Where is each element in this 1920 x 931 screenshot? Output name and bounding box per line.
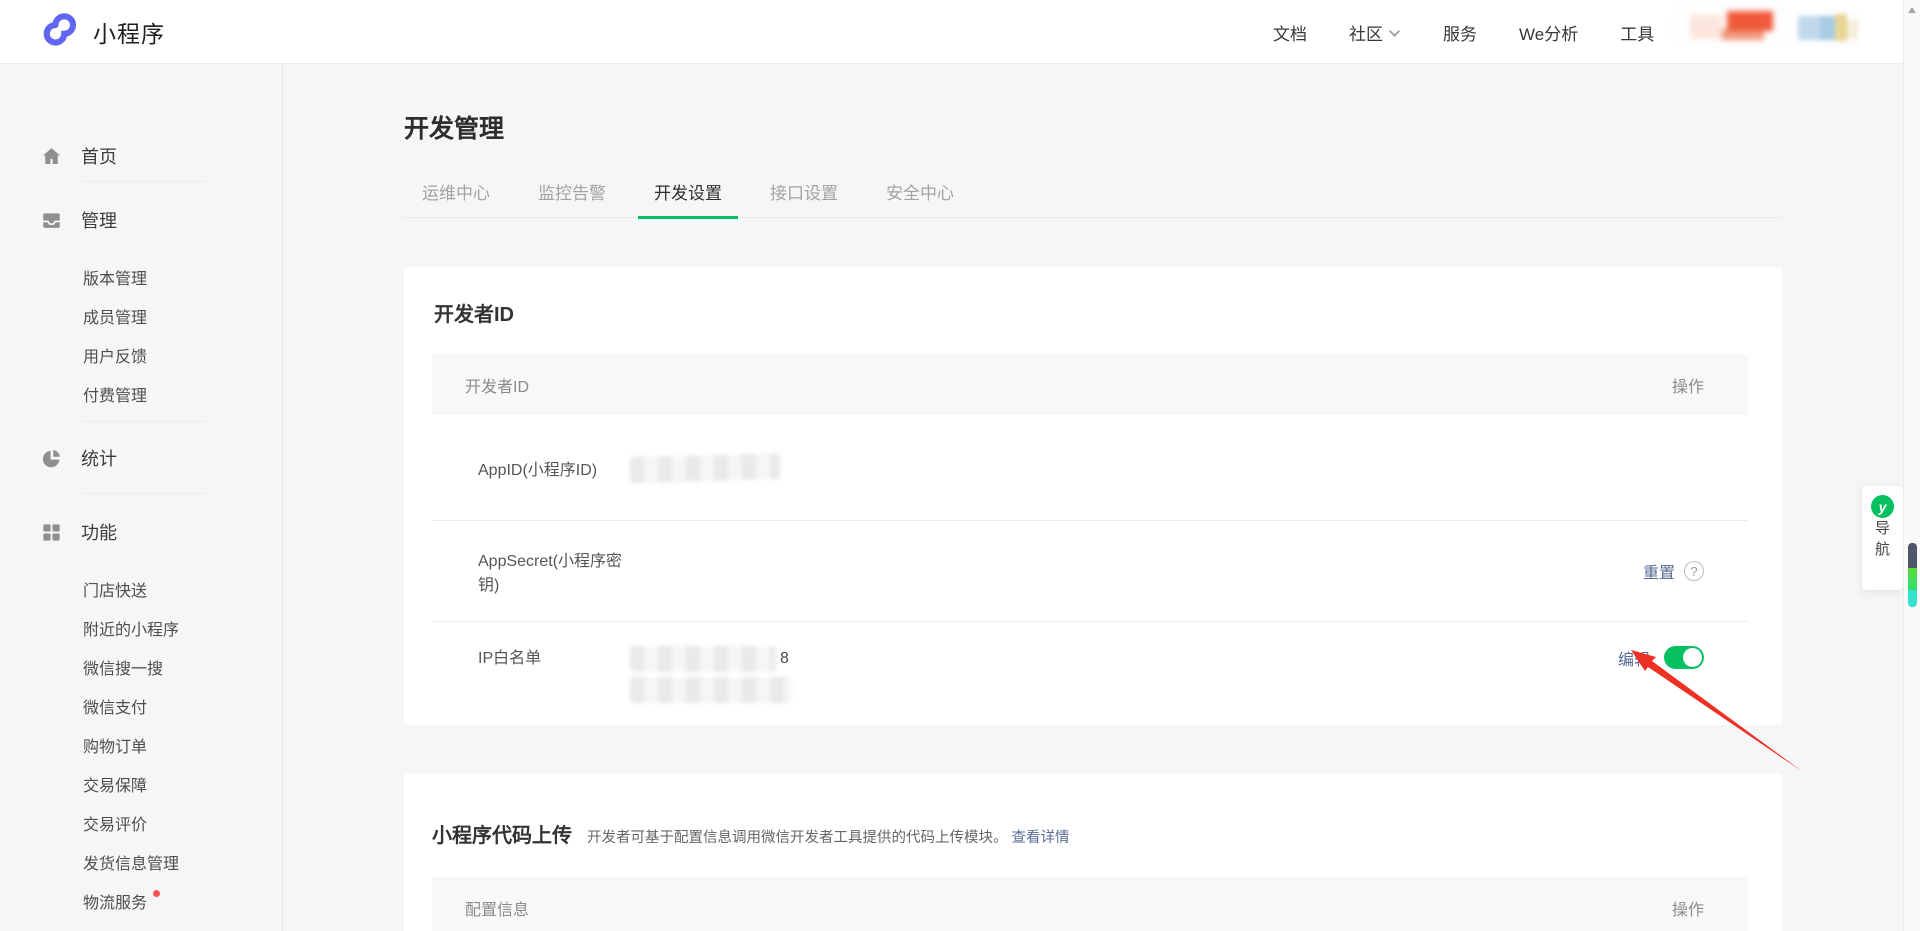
page-title: 开发管理 (404, 116, 1782, 142)
appid-label: AppID(小程序ID) (478, 456, 630, 480)
appsecret-label: AppSecret(小程序密钥) (478, 547, 630, 595)
sidebar-item-trade-review[interactable]: 交易评价 (0, 803, 282, 842)
table-header-action: 操作 (1672, 896, 1704, 920)
developer-id-card: 开发者ID 开发者ID 操作 AppID(小程序ID) AppSecret(小程… (404, 267, 1782, 725)
sidebar-item-shipping-info-manage[interactable]: 发货信息管理 (0, 842, 282, 881)
nav-tools[interactable]: 工具 (1620, 20, 1654, 45)
sidebar-divider (83, 421, 205, 422)
tab-bar: 运维中心 监控告警 开发设置 接口设置 安全中心 (404, 183, 1782, 218)
table-header: 开发者ID 操作 (432, 354, 1748, 415)
section-title-code-upload: 小程序代码上传 (432, 823, 572, 849)
logo-text: 小程序 (93, 15, 165, 49)
redacted-ip-value-2 (630, 677, 792, 703)
redacted-avatar[interactable] (1796, 9, 1860, 47)
scrollbar-thumb-cyan[interactable] (1908, 590, 1917, 607)
sidebar-item-home[interactable]: 首页 (0, 136, 282, 176)
sidebar-item-nearby-miniprogram[interactable]: 附近的小程序 (0, 608, 282, 647)
app-logo[interactable]: 小程序 (38, 11, 165, 53)
table-row-appsecret: AppSecret(小程序密钥) 重置 ? (432, 521, 1748, 622)
help-icon[interactable]: ? (1684, 561, 1704, 581)
redacted-ip-value-1 (630, 646, 776, 672)
scrollbar-track[interactable] (1903, 0, 1920, 931)
miniprogram-logo-icon (38, 11, 80, 53)
nav-services[interactable]: 服务 (1443, 20, 1477, 45)
main-content: 开发管理 运维中心 监控告警 开发设置 接口设置 安全中心 开发者ID 开发者I… (284, 64, 1920, 931)
grid-icon (40, 521, 63, 544)
table-header-left: 开发者ID (465, 373, 529, 397)
table-header: 配置信息 操作 (432, 877, 1748, 931)
tab-api-settings[interactable]: 接口设置 (754, 183, 854, 219)
top-navigation: 文档 社区 服务 We分析 工具 (1273, 0, 1654, 64)
sidebar-item-shopping-orders[interactable]: 购物订单 (0, 725, 282, 764)
sidebar-item-features[interactable]: 功能 (0, 512, 282, 552)
nav-widget-icon: y (1871, 495, 1894, 518)
sidebar-item-user-feedback[interactable]: 用户反馈 (0, 335, 282, 374)
scrollbar-thumb[interactable] (1908, 543, 1917, 568)
sidebar-item-version-manage[interactable]: 版本管理 (0, 257, 282, 296)
table-header-action: 操作 (1672, 373, 1704, 397)
ip-whitelist-toggle[interactable] (1664, 646, 1704, 669)
tab-dev-settings[interactable]: 开发设置 (638, 183, 738, 219)
redacted-appid-value (630, 453, 781, 483)
table-row-appid: AppID(小程序ID) (432, 415, 1748, 521)
ip-whitelist-label: IP白名单 (478, 646, 630, 672)
sidebar-divider (83, 493, 205, 494)
ip-value-visible-suffix: 8 (780, 650, 789, 668)
tab-monitor-alert[interactable]: 监控告警 (522, 183, 622, 219)
sidebar-item-store-delivery[interactable]: 门店快送 (0, 569, 282, 608)
sidebar-divider (83, 181, 205, 182)
edit-button[interactable]: 编辑 (1618, 646, 1650, 670)
tab-security-center[interactable]: 安全中心 (870, 183, 970, 219)
chevron-down-icon (1388, 29, 1401, 38)
sidebar-item-logistics-service[interactable]: 物流服务 (0, 881, 282, 920)
floating-nav-widget[interactable]: y 导 航 (1862, 486, 1903, 590)
sidebar-item-trade-guarantee[interactable]: 交易保障 (0, 764, 282, 803)
scrollbar-up-arrow-icon[interactable] (1908, 7, 1916, 13)
nav-community[interactable]: 社区 (1349, 20, 1401, 45)
view-details-link[interactable]: 查看详情 (1012, 826, 1070, 847)
sidebar-item-member-manage[interactable]: 成员管理 (0, 296, 282, 335)
inbox-icon (40, 209, 63, 232)
reset-button[interactable]: 重置 (1643, 559, 1675, 583)
sidebar-item-manage[interactable]: 管理 (0, 200, 282, 240)
top-header: 小程序 文档 社区 服务 We分析 工具 (0, 0, 1920, 64)
config-info-header: 配置信息 (465, 896, 529, 920)
section-title-developer-id: 开发者ID (404, 267, 1782, 327)
pie-chart-icon (40, 447, 63, 470)
nav-docs[interactable]: 文档 (1273, 20, 1307, 45)
table-row-ip-whitelist: IP白名单 8 编辑 (432, 622, 1748, 725)
sidebar-item-payment-manage[interactable]: 付费管理 (0, 374, 282, 413)
scrollbar-thumb-green[interactable] (1908, 568, 1917, 590)
new-badge-dot (153, 890, 160, 897)
tab-ops-center[interactable]: 运维中心 (406, 183, 506, 219)
sidebar: 首页 管理 版本管理 成员管理 用户反馈 付费管理 统计 功能 门店快送 附近的… (0, 64, 283, 931)
nav-we-analytics[interactable]: We分析 (1519, 20, 1578, 45)
code-upload-description: 开发者可基于配置信息调用微信开发者工具提供的代码上传模块。 (587, 826, 1008, 847)
redacted-account-name[interactable] (1672, 7, 1788, 47)
sidebar-item-wechat-pay[interactable]: 微信支付 (0, 686, 282, 725)
home-icon (40, 145, 63, 168)
sidebar-item-wechat-search[interactable]: 微信搜一搜 (0, 647, 282, 686)
code-upload-card: 小程序代码上传 开发者可基于配置信息调用微信开发者工具提供的代码上传模块。 查看… (404, 773, 1782, 931)
sidebar-item-statistics[interactable]: 统计 (0, 438, 282, 478)
